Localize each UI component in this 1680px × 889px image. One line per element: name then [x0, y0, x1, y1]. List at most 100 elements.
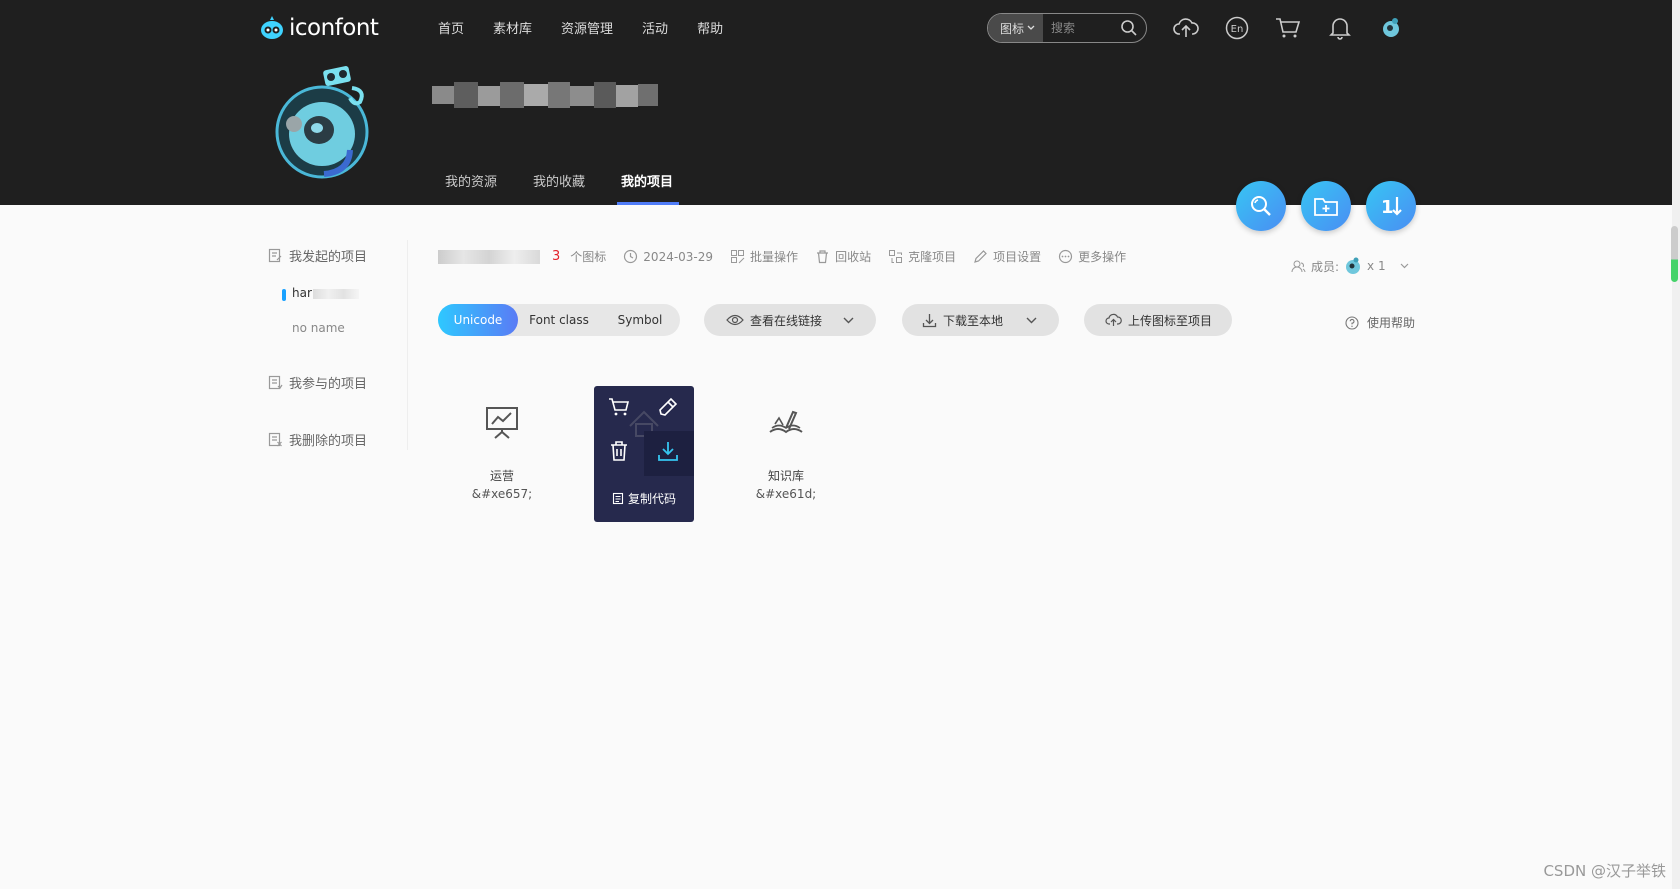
usage-help-link[interactable]: 使用帮助 — [1345, 314, 1415, 331]
chevron-down-icon — [1400, 263, 1409, 269]
scrollbar-thumb[interactable] — [1671, 226, 1678, 282]
member-avatar-icon — [1346, 257, 1361, 274]
presentation-chart-icon — [486, 407, 518, 439]
tab-my-favorites[interactable]: 我的收藏 — [533, 171, 585, 205]
sidebar-project-har[interactable]: har — [282, 286, 359, 301]
delete-icon[interactable] — [604, 436, 634, 466]
view-online-link-button[interactable]: 查看在线链接 — [704, 304, 876, 336]
top-nav: iconfont 首页 素材库 资源管理 活动 帮助 图标 En — [0, 0, 1672, 56]
sidebar-group-deleted[interactable]: 我删除的项目 — [268, 430, 367, 449]
new-project-button[interactable] — [1301, 181, 1351, 231]
search-icon[interactable] — [1120, 19, 1138, 37]
icon-card-sales-hovered[interactable]: 复制代码 — [594, 386, 694, 522]
recycle-bin-button[interactable]: 回收站 — [815, 248, 871, 265]
batch-operation-button[interactable]: 批量操作 — [730, 248, 798, 265]
more-actions-button[interactable]: 更多操作 — [1058, 248, 1126, 265]
project-name-label: har — [292, 286, 312, 300]
icon-count-unit: 个图标 — [570, 250, 607, 264]
clone-project-label: 克隆项目 — [908, 250, 957, 264]
project-settings-button[interactable]: 项目设置 — [973, 248, 1041, 265]
download-local-label: 下载至本地 — [943, 313, 1004, 328]
profile-avatar[interactable] — [274, 62, 378, 184]
brand-logo[interactable]: iconfont — [259, 12, 379, 44]
code-type-switch: Unicode Font class Symbol — [438, 304, 680, 336]
trash-icon — [817, 250, 829, 264]
copy-code-label: 复制代码 — [627, 492, 676, 506]
language-en-icon[interactable]: En — [1223, 14, 1251, 42]
edit-icon[interactable] — [653, 392, 683, 422]
copy-code-button[interactable]: 复制代码 — [594, 490, 694, 507]
chevron-down-icon — [1027, 25, 1035, 30]
nav-link-home[interactable]: 首页 — [438, 18, 464, 37]
more-actions-label: 更多操作 — [1078, 250, 1127, 264]
sidebar-project-no-name[interactable]: no name — [292, 321, 345, 335]
search-project-button[interactable] — [1236, 181, 1286, 231]
recycle-bin-label: 回收站 — [835, 250, 872, 264]
search-input[interactable] — [1051, 21, 1120, 35]
project-info-bar: 3 个图标 2024-03-29 批量操作 回收站 克隆项目 项目设置 更多操作 — [552, 248, 1143, 265]
project-title-pixelated — [438, 250, 540, 264]
members-count: x 1 — [1367, 259, 1386, 273]
tab-my-projects[interactable]: 我的项目 — [617, 171, 680, 205]
search-type-select[interactable]: 图标 — [988, 14, 1044, 42]
upload-cloud-icon — [1105, 313, 1122, 326]
iconfont-logo-icon — [261, 16, 283, 39]
user-avatar-icon[interactable] — [1377, 14, 1405, 42]
members-label: 成员: — [1311, 259, 1340, 274]
upload-cloud-icon[interactable] — [1172, 14, 1200, 42]
top-header: iconfont 首页 素材库 资源管理 活动 帮助 图标 En — [0, 0, 1672, 205]
sidebar-group-label: 我参与的项目 — [289, 377, 368, 392]
download-icon — [922, 313, 937, 327]
icon-count: 3 — [552, 249, 561, 264]
question-circle-icon — [1345, 315, 1359, 330]
batch-operation-label: 批量操作 — [750, 250, 799, 264]
bell-icon[interactable] — [1326, 14, 1354, 42]
upload-icons-label: 上传图标至项目 — [1128, 313, 1213, 328]
copy-icon — [612, 492, 624, 505]
sidebar-group-joined[interactable]: 我参与的项目 — [268, 373, 367, 392]
code-type-symbol[interactable]: Symbol — [600, 304, 680, 336]
svg-text:1: 1 — [1381, 197, 1394, 218]
pencil-icon — [974, 250, 987, 263]
chevron-down-icon — [843, 317, 854, 323]
project-sidebar: 我发起的项目 har no name 我参与的项目 我删除的项目 — [268, 240, 408, 450]
add-to-cart-icon[interactable] — [604, 392, 634, 422]
download-local-button[interactable]: 下载至本地 — [902, 304, 1059, 336]
code-type-unicode[interactable]: Unicode — [438, 304, 518, 336]
members-icon — [1291, 260, 1306, 272]
document-edit-icon — [268, 248, 282, 263]
search-icon — [1251, 196, 1271, 216]
usage-help-label: 使用帮助 — [1367, 316, 1416, 330]
view-online-link-label: 查看在线链接 — [750, 313, 823, 328]
nav-link-help[interactable]: 帮助 — [697, 18, 723, 37]
icon-unicode: &#xe657; — [471, 487, 533, 501]
sort-projects-button[interactable]: 1 — [1366, 181, 1416, 231]
nav-link-events[interactable]: 活动 — [642, 18, 668, 37]
main-nav: 首页 素材库 资源管理 活动 帮助 — [438, 18, 752, 37]
page-scrollbar[interactable] — [1672, 0, 1680, 889]
sidebar-group-label: 我发起的项目 — [289, 250, 368, 265]
icon-unicode: &#xe61d; — [755, 487, 817, 501]
download-icon[interactable] — [653, 436, 683, 466]
clone-project-button[interactable]: 克隆项目 — [888, 248, 956, 265]
upload-icons-button[interactable]: 上传图标至项目 — [1084, 304, 1232, 336]
cart-icon[interactable] — [1274, 14, 1302, 42]
clock-icon — [624, 249, 638, 264]
project-members[interactable]: 成员: x 1 — [1291, 256, 1414, 276]
tab-my-resources[interactable]: 我的资源 — [445, 171, 497, 205]
icon-card-operations[interactable]: 运营 &#xe657; — [452, 386, 552, 522]
more-dots-icon — [1059, 249, 1073, 264]
sort-icon: 1 — [1381, 197, 1402, 218]
document-list-icon — [268, 375, 283, 390]
project-date: 2024-03-29 — [623, 249, 713, 264]
icon-name: 知识库 — [767, 469, 804, 483]
profile-tabs: 我的资源 我的收藏 我的项目 — [445, 171, 709, 205]
nav-link-resources[interactable]: 资源管理 — [561, 18, 613, 37]
chevron-down-icon — [1026, 317, 1037, 323]
code-type-font-class[interactable]: Font class — [518, 304, 600, 336]
project-settings-label: 项目设置 — [993, 250, 1042, 264]
brand-name: iconfont — [289, 15, 379, 41]
icon-card-knowledge-base[interactable]: 知识库 &#xe61d; — [736, 386, 836, 522]
nav-link-library[interactable]: 素材库 — [493, 18, 532, 37]
sidebar-group-created[interactable]: 我发起的项目 — [268, 246, 367, 265]
